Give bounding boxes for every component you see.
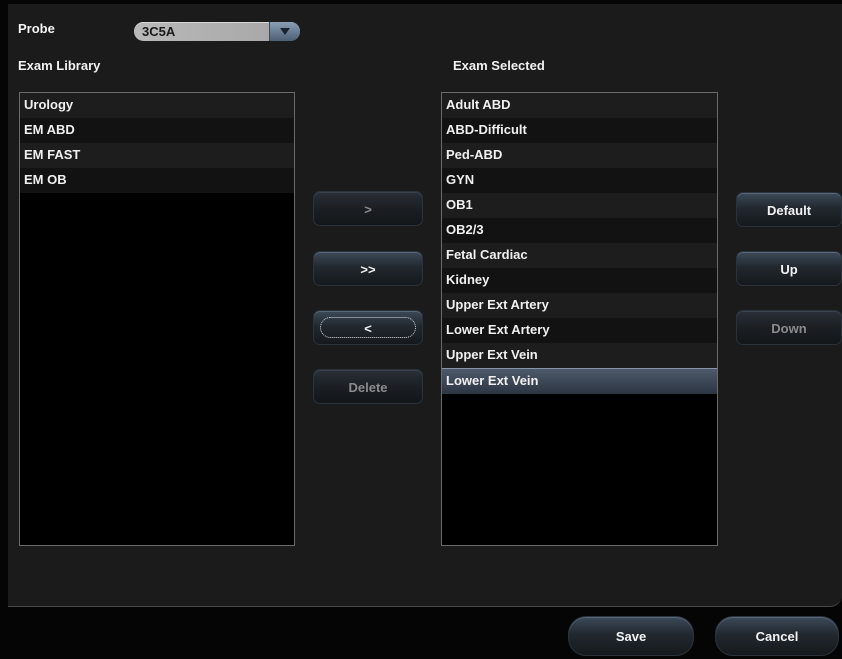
cancel-button[interactable]: Cancel bbox=[715, 616, 839, 656]
exam-library-item[interactable]: EM ABD bbox=[20, 118, 294, 143]
default-button[interactable]: Default bbox=[736, 192, 842, 227]
move-up-button[interactable]: Up bbox=[736, 251, 842, 286]
add-exam-button[interactable]: > bbox=[313, 191, 423, 226]
exam-selected-item[interactable]: OB1 bbox=[442, 193, 717, 218]
exam-selected-item[interactable]: Upper Ext Vein bbox=[442, 343, 717, 368]
cancel-label: Cancel bbox=[755, 629, 799, 644]
exam-selected-item[interactable]: Fetal Cardiac bbox=[442, 243, 717, 268]
save-button[interactable]: Save bbox=[568, 616, 694, 656]
exam-library-title: Exam Library bbox=[18, 58, 101, 73]
remove-exam-button[interactable]: < bbox=[313, 310, 423, 345]
save-label: Save bbox=[615, 629, 647, 644]
exam-selected-item[interactable]: Lower Ext Artery bbox=[442, 318, 717, 343]
add-exam-label: > bbox=[364, 202, 372, 217]
delete-exam-label: Delete bbox=[348, 380, 388, 395]
move-up-label: Up bbox=[780, 262, 798, 277]
exam-selected-item[interactable]: GYN bbox=[442, 168, 717, 193]
chevron-down-icon[interactable] bbox=[269, 22, 300, 41]
exam-selected-item[interactable]: OB2/3 bbox=[442, 218, 717, 243]
delete-exam-button[interactable]: Delete bbox=[313, 369, 423, 404]
move-down-label: Down bbox=[771, 321, 807, 336]
exam-library-item[interactable]: EM OB bbox=[20, 168, 294, 193]
exam-selected-title: Exam Selected bbox=[453, 58, 545, 73]
exam-selected-item[interactable]: Lower Ext Vein bbox=[442, 368, 717, 394]
exam-selected-item[interactable]: Adult ABD bbox=[442, 93, 717, 118]
move-down-button[interactable]: Down bbox=[736, 310, 842, 345]
probe-value: 3C5A bbox=[142, 24, 176, 39]
exam-selected-item[interactable]: Upper Ext Artery bbox=[442, 293, 717, 318]
probe-label: Probe bbox=[18, 21, 55, 36]
exam-selected-item[interactable]: ABD-Difficult bbox=[442, 118, 717, 143]
probe-select[interactable]: 3C5A bbox=[134, 22, 300, 41]
exam-library-list[interactable]: Urology EM ABD EM FAST EM OB bbox=[19, 92, 295, 546]
exam-selected-list[interactable]: Adult ABD ABD-Difficult Ped-ABD GYN OB1 OB2/3… bbox=[441, 92, 718, 546]
exam-library-item[interactable]: Urology bbox=[20, 93, 294, 118]
add-all-exams-button[interactable]: >> bbox=[313, 251, 423, 286]
add-all-exams-label: >> bbox=[360, 262, 376, 277]
exam-selected-item[interactable]: Kidney bbox=[442, 268, 717, 293]
default-label: Default bbox=[766, 203, 812, 218]
remove-exam-label: < bbox=[364, 321, 372, 336]
exam-selected-item[interactable]: Ped-ABD bbox=[442, 143, 717, 168]
exam-library-item[interactable]: EM FAST bbox=[20, 143, 294, 168]
